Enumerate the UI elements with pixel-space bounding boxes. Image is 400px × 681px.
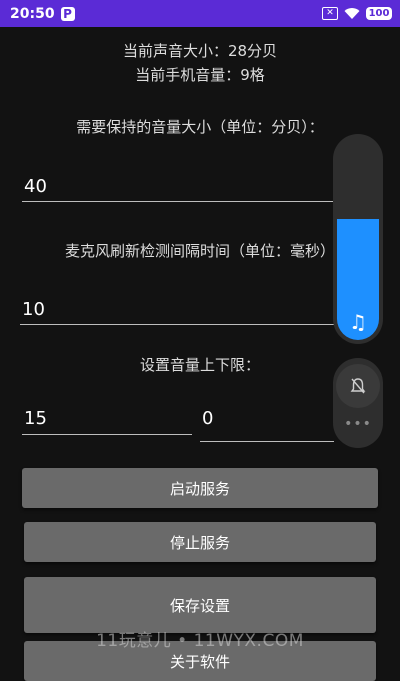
music-note-icon: ♫	[349, 310, 367, 334]
status-indicators: ✕ 100	[322, 0, 392, 27]
current-sound-text: 当前声音大小：28分贝	[122, 42, 278, 60]
ringer-panel: •••	[333, 358, 383, 448]
watermark-text: 11玩意儿 • 11WYX.COM	[96, 631, 304, 651]
keep-volume-underline	[22, 201, 334, 202]
keep-volume-input[interactable]: 40	[24, 176, 47, 197]
interval-underline	[20, 324, 334, 325]
save-settings-button[interactable]: 保存设置	[24, 577, 376, 633]
stop-service-button[interactable]: 停止服务	[24, 522, 376, 562]
lower-limit-input[interactable]: 0	[202, 408, 213, 429]
app-notification-icon: P	[60, 6, 75, 21]
current-volume-text: 当前手机音量：9格	[135, 66, 265, 84]
battery-icon: 100	[366, 7, 392, 20]
status-time: 20:50	[10, 5, 55, 22]
status-bar: 20:50 P ✕ 100	[0, 0, 400, 27]
wifi-icon	[344, 8, 360, 19]
no-sim-icon: ✕	[322, 7, 338, 20]
start-service-button[interactable]: 启动服务	[22, 468, 378, 508]
volume-slider[interactable]: ♫	[333, 134, 383, 344]
bell-off-icon[interactable]	[336, 364, 380, 408]
lower-limit-underline	[200, 441, 334, 442]
interval-input[interactable]: 10	[22, 299, 45, 320]
upper-limit-underline	[22, 434, 192, 435]
more-dots-icon[interactable]: •••	[333, 416, 383, 432]
upper-limit-input[interactable]: 15	[24, 408, 47, 429]
keep-volume-label: 需要保持的音量大小（单位：分贝）：	[76, 118, 324, 136]
